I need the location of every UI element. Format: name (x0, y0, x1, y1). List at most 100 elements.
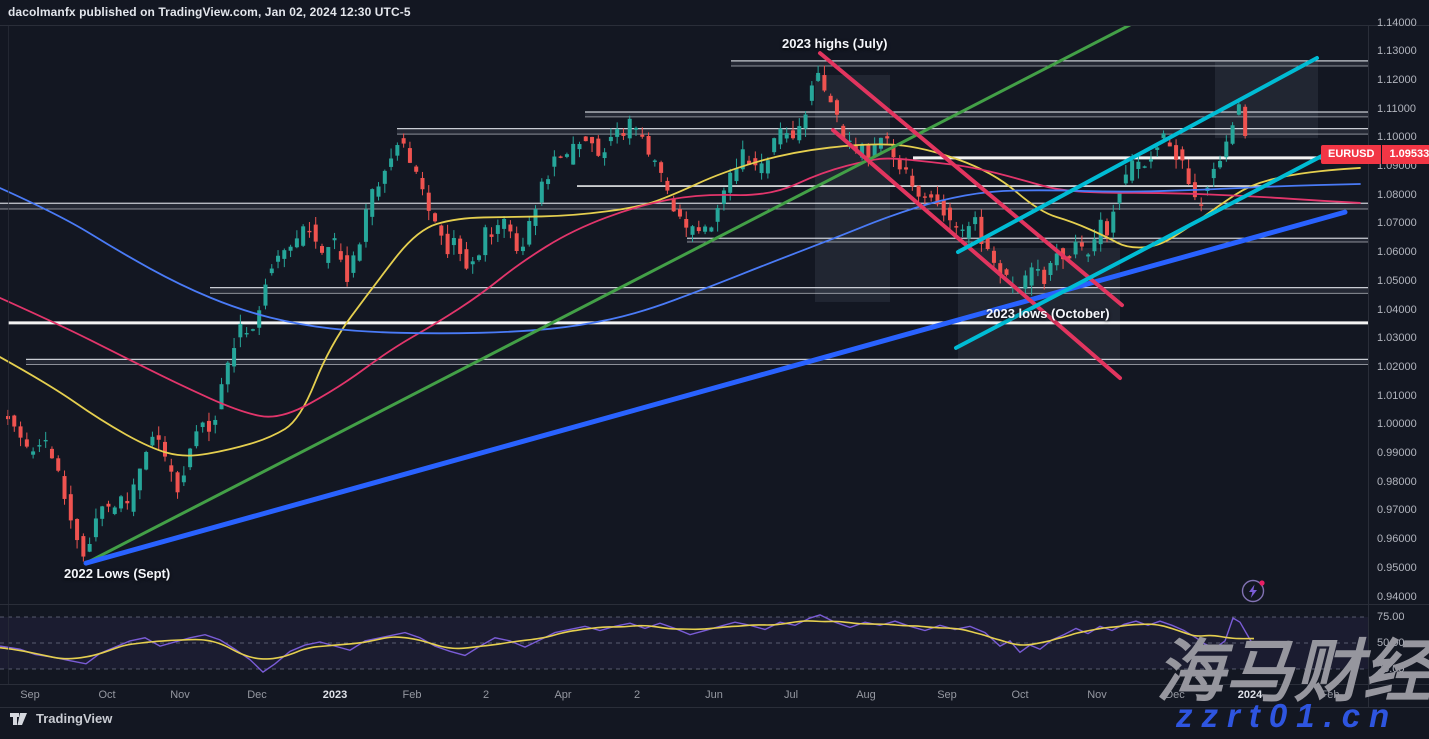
price-axis-label: 1.00000 (1377, 418, 1417, 430)
july-decline-box (815, 75, 890, 302)
time-axis-label: Nov (1087, 689, 1107, 701)
price-axis-label: 0.96000 (1377, 533, 1417, 545)
candle (1092, 239, 1096, 251)
candle (1149, 159, 1153, 161)
price-axis-label: 0.95000 (1377, 562, 1417, 574)
price-axis-label: 1.11000 (1377, 103, 1416, 115)
candle (94, 518, 98, 537)
price-axis-label: 0.98000 (1377, 476, 1417, 488)
candle (904, 167, 908, 169)
candle (257, 310, 261, 327)
candle (1174, 145, 1178, 160)
last-price-value: 1.09533 (1382, 145, 1429, 164)
candle (370, 189, 374, 217)
candle (1187, 168, 1191, 184)
candle (835, 100, 839, 114)
candle (138, 469, 142, 491)
candle (942, 200, 946, 216)
candle (307, 231, 311, 232)
price-axis-label: 1.14000 (1377, 17, 1417, 29)
candle (716, 208, 720, 222)
candle (1168, 142, 1172, 146)
candle (31, 451, 35, 454)
candle (326, 247, 330, 263)
candle (885, 136, 889, 138)
candle (1086, 254, 1090, 256)
annotation-2022-lows: 2022 Lows (Sept) (64, 566, 170, 581)
candle (182, 475, 186, 482)
tradingview-logo-icon[interactable] (10, 711, 29, 726)
time-axis-label: Aug (856, 689, 876, 701)
spark-idea-icon[interactable] (1239, 577, 1269, 607)
candle (1199, 204, 1203, 205)
candle (81, 536, 85, 556)
candle (477, 255, 481, 260)
last-price-label: EURUSD 1.09533 (1321, 145, 1429, 164)
candle (640, 135, 644, 137)
uptrend-from-2022-lows-blue (86, 212, 1345, 563)
price-axis-label: 0.97000 (1377, 504, 1417, 516)
zone-1047 (210, 288, 1368, 294)
candle (1048, 263, 1052, 275)
candle (1030, 267, 1034, 285)
candle (621, 133, 625, 136)
candle (201, 423, 205, 427)
candle (295, 238, 299, 247)
candle (778, 128, 782, 144)
candle (19, 426, 23, 437)
candle (144, 452, 148, 470)
candle (458, 239, 462, 254)
candle (433, 213, 437, 221)
candle (408, 148, 412, 163)
price-axis-label: 0.99000 (1377, 447, 1417, 459)
candle (552, 157, 556, 167)
price-axis-label: 1.06000 (1377, 246, 1417, 258)
candle (866, 145, 870, 158)
price-axis-label: 1.02000 (1377, 361, 1417, 373)
candle (515, 233, 519, 251)
candle (804, 114, 808, 128)
candle (12, 416, 16, 427)
candle (565, 154, 569, 157)
candle (483, 227, 487, 255)
candle (333, 238, 337, 240)
candle (634, 128, 638, 130)
candle (691, 226, 695, 235)
time-axis-label: 2 (483, 689, 489, 701)
candle (113, 507, 117, 514)
candle (910, 176, 914, 187)
candle (364, 209, 368, 242)
time-axis-label: Jun (705, 689, 723, 701)
time-axis-label: Sep (937, 689, 957, 701)
candle (238, 324, 242, 337)
candle (722, 190, 726, 204)
candle (1124, 175, 1128, 184)
candle (119, 496, 123, 508)
candle (609, 137, 613, 141)
candle (709, 227, 713, 231)
annotation-2023-lows: 2023 lows (October) (986, 306, 1110, 321)
candle (188, 449, 192, 468)
candle (822, 75, 826, 90)
candle (471, 261, 475, 264)
candle (402, 138, 406, 143)
candle (923, 196, 927, 197)
price-axis-label: 1.08000 (1377, 189, 1417, 201)
candle (490, 234, 494, 236)
price-axis-label: 1.03000 (1377, 332, 1417, 344)
price-axis-label: 1.12000 (1377, 74, 1417, 86)
candle (213, 420, 217, 425)
candle (653, 161, 657, 162)
time-axis-label: Feb (403, 689, 422, 701)
candle (665, 181, 669, 191)
candle (1036, 269, 1040, 271)
candle (232, 348, 236, 366)
candle (69, 494, 73, 520)
candle (226, 363, 230, 385)
candle (929, 194, 933, 197)
candle (728, 173, 732, 193)
candle (1224, 142, 1228, 158)
candle (816, 73, 820, 81)
tradingview-brand[interactable]: TradingView (36, 711, 112, 726)
candle (973, 217, 977, 224)
